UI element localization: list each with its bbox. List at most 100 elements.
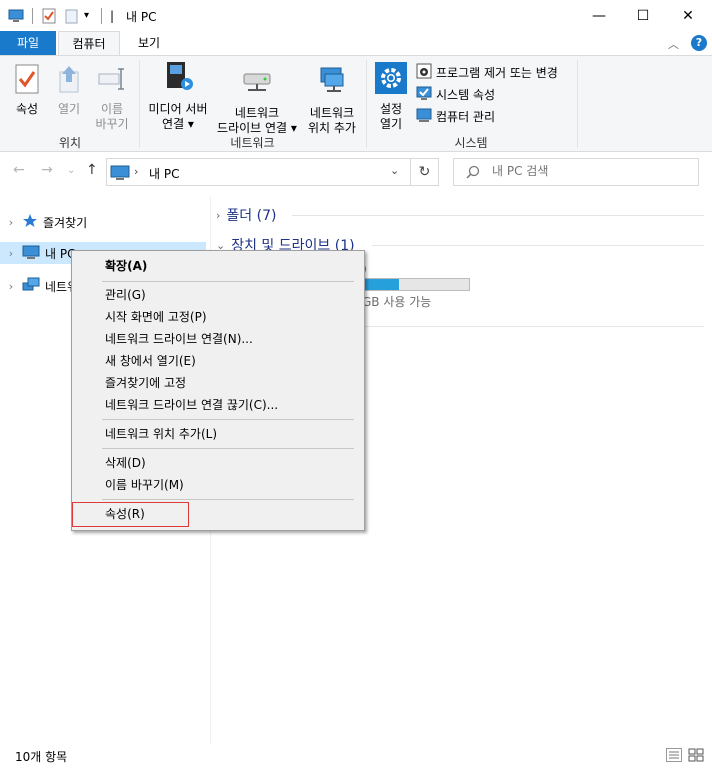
settings-label-line1: 설정 (379, 102, 403, 116)
computer-icon (110, 165, 130, 184)
system-properties-button[interactable]: 시스템 속성 (416, 85, 495, 105)
tab-file[interactable]: 파일 (0, 31, 56, 56)
media-server-label-line2: 연결 ▾ (162, 117, 194, 131)
refresh-icon: ↻ (418, 164, 431, 180)
group-label-system: 시스템 (454, 136, 488, 150)
menu-item-pin-to-quick-access[interactable]: 즐겨찾기에 고정 (105, 373, 186, 393)
tab-computer[interactable]: 컴퓨터 (58, 31, 120, 56)
network-drive-icon (212, 70, 302, 98)
group-divider (362, 326, 704, 327)
minimize-button[interactable]: — (576, 0, 622, 31)
computer-icon (22, 244, 40, 263)
menu-separator (102, 448, 354, 449)
map-drive-label-line1: 네트워크 (234, 106, 280, 120)
add-network-location-button[interactable]: 네트워크 위치 추가 (302, 66, 362, 136)
open-icon (52, 64, 86, 98)
search-icon (466, 165, 480, 182)
quick-access-separator (32, 8, 33, 24)
system-properties-icon (416, 85, 432, 106)
drive-free-space: GB 사용 가능 (362, 295, 432, 309)
search-box[interactable] (453, 158, 699, 186)
properties-button[interactable]: 속성 (10, 64, 44, 117)
up-arrow-icon[interactable]: ↑ (86, 162, 98, 178)
menu-item-open-new-window[interactable]: 새 창에서 열기(E) (105, 351, 196, 371)
title-bar: ▾ | 내 PC — ☐ ✕ (0, 0, 712, 31)
rename-label-line2: 바꾸기 (95, 117, 129, 131)
computer-manage-label: 컴퓨터 관리 (436, 110, 496, 124)
nav-item-favorites[interactable]: › 즐겨찾기 (0, 211, 206, 233)
group-divider (292, 215, 704, 216)
menu-item-delete[interactable]: 삭제(D) (105, 453, 146, 473)
computer-manage-button[interactable]: 컴퓨터 관리 (416, 107, 495, 127)
breadcrumb[interactable]: 내 PC (149, 165, 179, 182)
back-arrow-icon[interactable]: ← (13, 162, 25, 178)
uninstall-program-button[interactable]: 프로그램 제거 또는 변경 (416, 63, 558, 83)
expand-chevron-icon[interactable]: › (216, 209, 220, 222)
breadcrumb-arrow-icon[interactable]: › (134, 165, 138, 178)
help-icon[interactable]: ? (691, 35, 707, 51)
system-properties-label: 시스템 속성 (436, 88, 496, 102)
computer-icon[interactable] (8, 8, 24, 24)
add-location-label-line1: 네트워크 (309, 106, 355, 120)
expand-chevron-icon[interactable]: › (0, 247, 22, 260)
properties-highlight-box (72, 502, 189, 527)
status-item-count: 10개 항목 (15, 750, 68, 764)
group-label-network: 네트워크 (230, 136, 275, 150)
open-label: 열기 (57, 102, 81, 116)
minimize-icon: — (592, 7, 606, 24)
forward-arrow-icon[interactable]: → (41, 162, 53, 178)
menu-separator (102, 419, 354, 420)
menu-item-rename[interactable]: 이름 바꾸기(M) (105, 475, 184, 495)
rename-label-line1: 이름 (100, 102, 124, 116)
rename-button[interactable]: 이름 바꾸기 (92, 64, 132, 132)
file-explorer-window: ▾ | 내 PC — ☐ ✕ 파일 컴퓨터 보기 ︿ ? 속성 열기 이름 바꾸… (0, 0, 712, 769)
view-mode-switcher (666, 748, 704, 765)
properties-label: 속성 (15, 102, 39, 116)
open-button[interactable]: 열기 (52, 64, 86, 117)
folders-group-header[interactable]: › 폴더 (7) (216, 205, 276, 225)
star-icon (22, 213, 38, 232)
media-server-label-line1: 미디어 서버 (148, 102, 208, 116)
maximize-button[interactable]: ☐ (620, 0, 666, 31)
expand-chevron-icon[interactable]: › (0, 216, 22, 229)
computer-manage-icon (416, 107, 432, 128)
media-server-icon (144, 60, 212, 98)
network-location-icon (302, 66, 362, 98)
new-folder-quick-icon[interactable] (64, 8, 80, 24)
quick-access-separator (101, 8, 102, 24)
group-divider (372, 245, 704, 246)
group-separator (577, 60, 578, 148)
tab-view[interactable]: 보기 (128, 31, 170, 56)
refresh-button[interactable]: ↻ (411, 158, 439, 186)
large-icons-view-icon[interactable] (688, 748, 704, 765)
menu-item-manage[interactable]: 관리(G) (105, 285, 146, 305)
search-input[interactable] (492, 164, 692, 178)
maximize-icon: ☐ (636, 7, 650, 24)
expand-chevron-icon[interactable]: › (0, 280, 22, 293)
menu-item-disconnect-network-drive[interactable]: 네트워크 드라이브 연결 끊기(C)... (105, 395, 278, 415)
close-button[interactable]: ✕ (665, 0, 711, 31)
menu-separator (102, 499, 354, 500)
ribbon: 속성 열기 이름 바꾸기 위치 미디어 서버 연결 ▾ 네트워크 드라이브 연결… (0, 55, 712, 152)
collapse-ribbon-icon[interactable]: ︿ (668, 36, 679, 52)
access-media-button[interactable]: 미디어 서버 연결 ▾ (144, 60, 212, 132)
menu-item-pin-to-start[interactable]: 시작 화면에 고정(P) (105, 307, 207, 327)
customize-quick-access-icon[interactable]: ▾ (84, 10, 100, 26)
recent-locations-chevron-icon[interactable]: ⌄ (67, 165, 75, 176)
address-dropdown-icon[interactable]: ⌄ (390, 164, 399, 177)
open-settings-button[interactable]: 설정 열기 (372, 62, 410, 132)
properties-quick-icon[interactable] (41, 8, 57, 24)
nav-label: 즐겨찾기 (43, 215, 88, 230)
menu-item-map-network-drive[interactable]: 네트워크 드라이브 연결(N)... (105, 329, 253, 349)
uninstall-label: 프로그램 제거 또는 변경 (436, 66, 558, 80)
properties-icon (10, 64, 44, 98)
map-network-drive-button[interactable]: 네트워크 드라이브 연결 ▾ (212, 70, 302, 136)
menu-separator (102, 281, 354, 282)
menu-item-add-network-location[interactable]: 네트워크 위치 추가(L) (105, 424, 217, 444)
window-title: 내 PC (126, 10, 157, 24)
rename-icon (92, 64, 132, 98)
address-bar[interactable]: › 내 PC ⌄ (106, 158, 411, 186)
uninstall-icon (416, 63, 432, 84)
details-view-icon[interactable] (666, 748, 682, 765)
menu-item-expand[interactable]: 확장(A) (105, 256, 147, 276)
